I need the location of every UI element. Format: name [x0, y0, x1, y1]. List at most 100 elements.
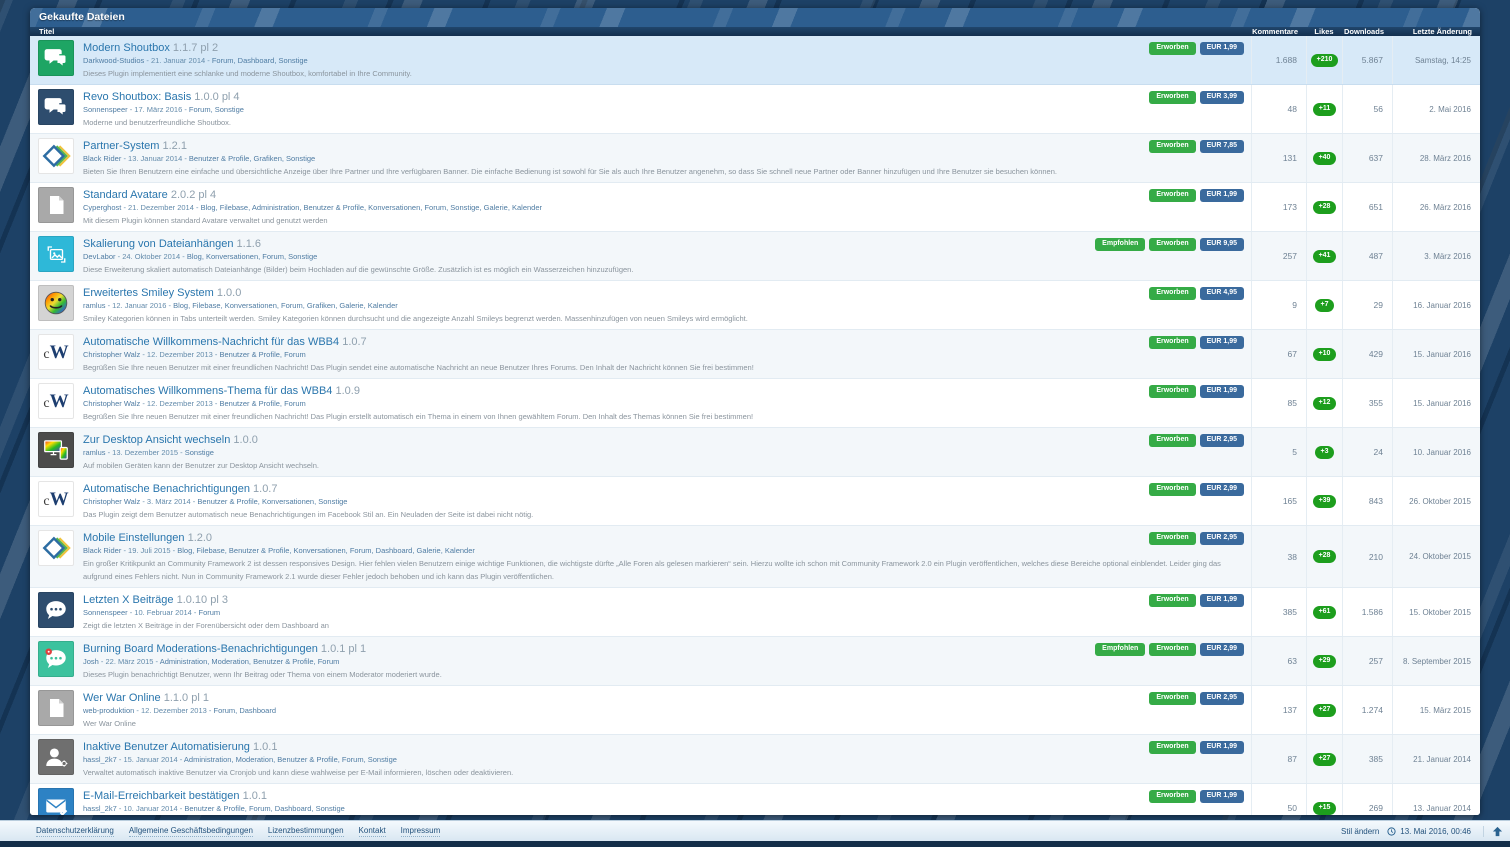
author-link[interactable]: Cyperghost	[83, 203, 121, 212]
footer-link[interactable]: Lizenzbestimmungen	[268, 826, 344, 837]
erworben-badge: Erworben	[1149, 238, 1195, 251]
file-meta: ramlus - 13. Dezember 2015 - Sonstige	[83, 447, 1243, 459]
empfohlen-badge: Empfohlen	[1095, 238, 1145, 251]
file-title-link[interactable]: E-Mail-Erreichbarkeit bestätigen	[83, 790, 240, 802]
badge-group: ErworbenEUR 1,99	[1149, 336, 1244, 349]
category-links[interactable]: Blog, Filebase, Benutzer & Profile, Konv…	[177, 546, 475, 555]
scroll-to-top-button[interactable]	[1483, 826, 1510, 837]
category-links[interactable]: Administration, Moderation, Benutzer & P…	[184, 755, 397, 764]
author-link[interactable]: web-produktion	[83, 706, 134, 715]
category-links[interactable]: Benutzer & Profile, Grafiken, Sonstige	[189, 154, 315, 163]
price-badge: EUR 1,99	[1200, 741, 1244, 754]
file-date: - 21. Dezember 2014 -	[121, 203, 200, 212]
file-version: 1.1.6	[237, 238, 261, 250]
file-title-link[interactable]: Modern Shoutbox	[83, 42, 170, 54]
file-title-link[interactable]: Standard Avatare	[83, 189, 168, 201]
category-links[interactable]: Blog, Filebase, Konversationen, Forum, G…	[173, 301, 398, 310]
likes-cell: +39	[1306, 477, 1342, 525]
file-description: Zeigt die letzten X Beiträge in der Fore…	[83, 619, 1243, 632]
comments-count: 38	[1251, 526, 1306, 587]
file-title-link[interactable]: Automatische Benachrichtigungen	[83, 483, 250, 495]
category-links[interactable]: Benutzer & Profile, Forum	[219, 350, 305, 359]
author-link[interactable]: Sonnenspeer	[83, 105, 128, 114]
author-link[interactable]: ramlus	[83, 301, 106, 310]
author-link[interactable]: Darkwood-Studios	[83, 56, 144, 65]
author-link[interactable]: Christopher Walz	[83, 350, 140, 359]
category-links[interactable]: Blog, Filebase, Administration, Benutzer…	[201, 203, 542, 212]
downloads-count: 355	[1342, 379, 1392, 427]
footer-link[interactable]: Impressum	[401, 826, 441, 837]
last-change: 2. Mai 2016	[1392, 85, 1480, 133]
author-link[interactable]: Black Rider	[83, 154, 121, 163]
category-links[interactable]: Forum	[199, 608, 221, 617]
column-letzte-aenderung: Letzte Änderung	[1392, 27, 1480, 36]
downloads-count: 5.867	[1342, 36, 1392, 84]
category-links[interactable]: Benutzer & Profile, Konversationen, Sons…	[197, 497, 347, 506]
file-title-link[interactable]: Letzten X Beiträge	[83, 594, 174, 606]
author-link[interactable]: ramlus	[83, 448, 106, 457]
downloads-count: 651	[1342, 183, 1392, 231]
file-main-cell: Erweitertes Smiley System 1.0.0 ramlus -…	[30, 281, 1251, 329]
price-badge: EUR 2,95	[1200, 434, 1244, 447]
footer-link[interactable]: Kontakt	[359, 826, 386, 837]
file-title-link[interactable]: Skalierung von Dateianhängen	[83, 238, 233, 250]
category-links[interactable]: Forum, Dashboard, Sonstige	[212, 56, 308, 65]
author-link[interactable]: hassl_2k7	[83, 804, 117, 813]
file-title-link[interactable]: Revo Shoutbox: Basis	[83, 91, 191, 103]
badge-group: ErworbenEUR 1,99	[1149, 741, 1244, 754]
footer-link[interactable]: Allgemeine Geschäftsbedingungen	[129, 826, 253, 837]
empfohlen-badge: Empfohlen	[1095, 643, 1145, 656]
footer-link[interactable]: Datenschutzerklärung	[36, 826, 114, 837]
change-style-link[interactable]: Stil ändern	[1341, 827, 1379, 836]
badge-group: ErworbenEUR 1,99	[1149, 594, 1244, 607]
last-change: Samstag, 14:25	[1392, 36, 1480, 84]
author-link[interactable]: Black Rider	[83, 546, 121, 555]
file-title-link[interactable]: Mobile Einstellungen	[83, 532, 185, 544]
file-main-cell: E-Mail-Erreichbarkeit bestätigen 1.0.1 h…	[30, 784, 1251, 815]
downloads-count: 24	[1342, 428, 1392, 476]
file-meta: Black Rider - 13. Januar 2014 - Benutzer…	[83, 153, 1243, 165]
comments-count: 137	[1251, 686, 1306, 734]
category-links[interactable]: Forum, Sonstige	[189, 105, 244, 114]
file-title-link[interactable]: Automatische Willkommens-Nachricht für d…	[83, 336, 339, 348]
column-titel: Titel	[30, 27, 1251, 36]
author-link[interactable]: Sonnenspeer	[83, 608, 128, 617]
file-title-link[interactable]: Automatisches Willkommens-Thema für das …	[83, 385, 332, 397]
file-text: Automatische Willkommens-Nachricht für d…	[83, 334, 1243, 374]
last-change: 10. Januar 2016	[1392, 428, 1480, 476]
file-row: Zur Desktop Ansicht wechseln 1.0.0 ramlu…	[30, 428, 1480, 477]
author-link[interactable]: Christopher Walz	[83, 497, 140, 506]
file-title-link[interactable]: Inaktive Benutzer Automatisierung	[83, 741, 250, 753]
file-title-link[interactable]: Wer War Online	[83, 692, 161, 704]
author-link[interactable]: DevLabor	[83, 252, 116, 261]
file-title-link[interactable]: Partner-System	[83, 140, 159, 152]
file-meta: Darkwood-Studios - 21. Januar 2014 - For…	[83, 55, 1243, 67]
downloads-count: 843	[1342, 477, 1392, 525]
author-link[interactable]: Christopher Walz	[83, 399, 140, 408]
file-version: 1.2.0	[188, 532, 212, 544]
author-link[interactable]: Josh	[83, 657, 99, 666]
author-link[interactable]: hassl_2k7	[83, 755, 117, 764]
category-links[interactable]: Sonstige	[185, 448, 214, 457]
file-title-link[interactable]: Erweitertes Smiley System	[83, 287, 214, 299]
badge-group: ErworbenEUR 2,95	[1149, 532, 1244, 545]
file-description: Smiley Kategorien können in Tabs unterte…	[83, 312, 1243, 325]
category-links[interactable]: Administration, Moderation, Benutzer & P…	[160, 657, 340, 666]
category-links[interactable]: Blog, Konversationen, Forum, Sonstige	[187, 252, 318, 261]
likes-cell: +61	[1306, 588, 1342, 636]
file-version: 1.0.1	[253, 741, 277, 753]
file-row: Wer War Online 1.1.0 pl 1 web-produktion…	[30, 686, 1480, 735]
file-date: - 19. Juli 2015 -	[121, 546, 177, 555]
comments-count: 1.688	[1251, 36, 1306, 84]
file-title-link[interactable]: Zur Desktop Ansicht wechseln	[83, 434, 230, 446]
file-version: 1.0.7	[253, 483, 277, 495]
category-links[interactable]: Forum, Dashboard	[214, 706, 277, 715]
category-links[interactable]: Benutzer & Profile, Forum	[219, 399, 305, 408]
file-date: - 24. Oktober 2014 -	[116, 252, 187, 261]
file-title-link[interactable]: Burning Board Moderations-Benachrichtigu…	[83, 643, 318, 655]
file-text: Skalierung von Dateianhängen 1.1.6 DevLa…	[83, 236, 1243, 276]
table-header: Titel Kommentare Likes Downloads Letzte …	[30, 27, 1480, 36]
comments-count: 50	[1251, 784, 1306, 815]
file-date: - 3. März 2014 -	[140, 497, 197, 506]
category-links[interactable]: Benutzer & Profile, Forum, Dashboard, So…	[184, 804, 345, 813]
